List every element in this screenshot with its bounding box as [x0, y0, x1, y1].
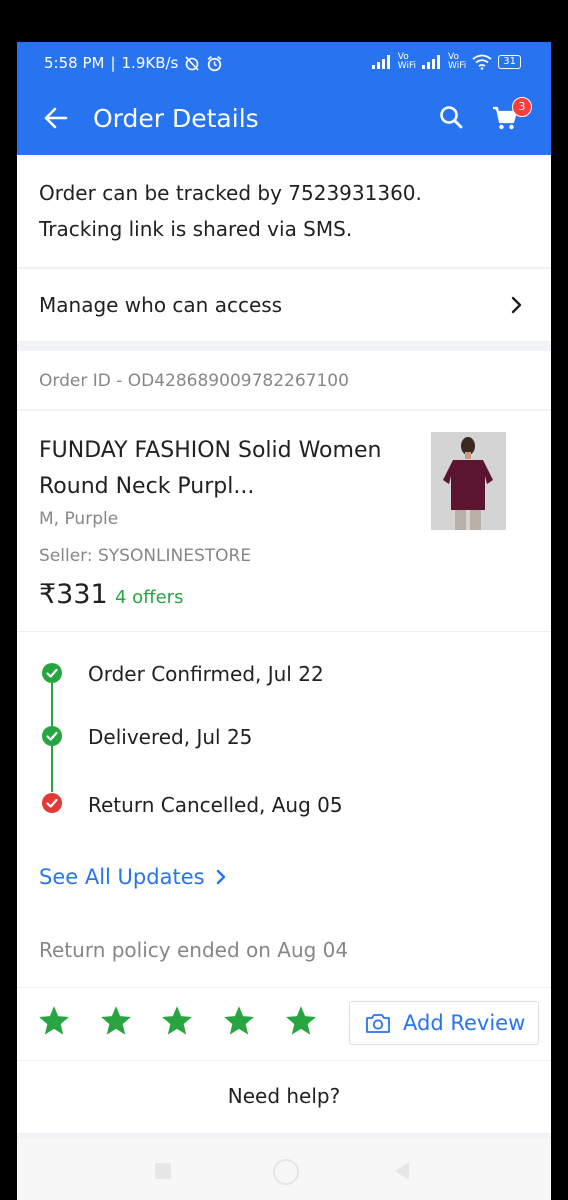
add-review-button[interactable]: Add Review [349, 1001, 539, 1045]
product-variant: M, Purple [39, 509, 119, 529]
star-icon[interactable] [284, 1004, 318, 1038]
order-id: Order ID - OD428689009782267100 [39, 371, 349, 391]
star-icon[interactable] [222, 1004, 256, 1038]
rating-row: Add Review [17, 987, 551, 1060]
check-icon [42, 726, 62, 746]
alarm-icon [207, 55, 222, 71]
product-seller: Seller: SYSONLINESTORE [39, 546, 252, 566]
vowifi-label-2: Vo WiFi [448, 52, 467, 71]
product-name: FUNDAY FASHION Solid Women Round Neck Pu… [39, 438, 382, 499]
signal-icon-2 [422, 55, 442, 69]
product-image[interactable] [431, 432, 506, 530]
see-all-updates-link[interactable]: See All Updates [39, 865, 227, 889]
star-icon[interactable] [160, 1004, 194, 1038]
star-icon[interactable] [99, 1004, 133, 1038]
check-icon [42, 663, 62, 683]
signal-icon [371, 55, 392, 69]
timeline-step-label: Delivered, Jul 25 [88, 725, 253, 749]
order-id-row: Order ID - OD428689009782267100 [17, 351, 551, 409]
tracking-line-2: Tracking link is shared via SMS. [39, 217, 353, 241]
network-speed: 1.9KB/s [121, 54, 179, 72]
tracking-line-1: Order can be tracked by 7523931360. [39, 181, 422, 205]
system-nav-bar [17, 1138, 551, 1200]
home-icon[interactable] [273, 1159, 299, 1185]
timeline-connector [51, 738, 53, 792]
return-policy-text: Return policy ended on Aug 04 [39, 938, 349, 962]
back-nav-icon[interactable] [395, 1162, 409, 1180]
offers-link[interactable]: 4 offers [115, 587, 183, 608]
vowifi-label: Vo WiFi [397, 52, 417, 71]
timeline-step-label: Return Cancelled, Aug 05 [88, 793, 343, 817]
manage-access-label: Manage who can access [39, 293, 283, 317]
camera-icon [366, 1014, 390, 1033]
timeline-step-label: Order Confirmed, Jul 22 [88, 662, 324, 686]
tracking-info: Order can be tracked by 7523931360. Trac… [17, 155, 551, 267]
chevron-right-icon [511, 296, 522, 314]
timeline-connector [51, 676, 53, 726]
order-timeline: Order Confirmed, Jul 22 Delivered, Jul 2… [17, 631, 551, 988]
manage-access-row[interactable]: Manage who can access [17, 268, 551, 341]
status-bar: 5:58 PM | 1.9KB/s Vo WiFi Vo WiFi 31 [17, 42, 551, 80]
need-help-label: Need help? [227, 1084, 341, 1108]
status-time: 5:58 PM [44, 54, 105, 72]
wifi-icon [472, 54, 492, 70]
need-help-row[interactable]: Need help? [17, 1060, 551, 1133]
recent-apps-icon[interactable] [155, 1163, 171, 1179]
cart-count-badge: 3 [512, 97, 532, 117]
battery-icon: 31 [498, 55, 521, 69]
back-arrow-icon[interactable] [41, 103, 71, 133]
cancel-status-icon [42, 793, 62, 813]
phone-screen: 5:58 PM | 1.9KB/s Vo WiFi Vo WiFi 31 Order… [17, 42, 551, 1200]
star-icon[interactable] [37, 1004, 71, 1038]
app-header: Order Details 3 [17, 80, 551, 155]
chevron-right-icon [216, 869, 225, 885]
product-card[interactable]: FUNDAY FASHION Solid Women Round Neck Pu… [17, 410, 551, 631]
search-icon[interactable] [438, 104, 464, 130]
product-price: ₹331 [39, 579, 108, 610]
page-title: Order Details [93, 104, 259, 133]
alarm-off-icon [185, 56, 199, 71]
